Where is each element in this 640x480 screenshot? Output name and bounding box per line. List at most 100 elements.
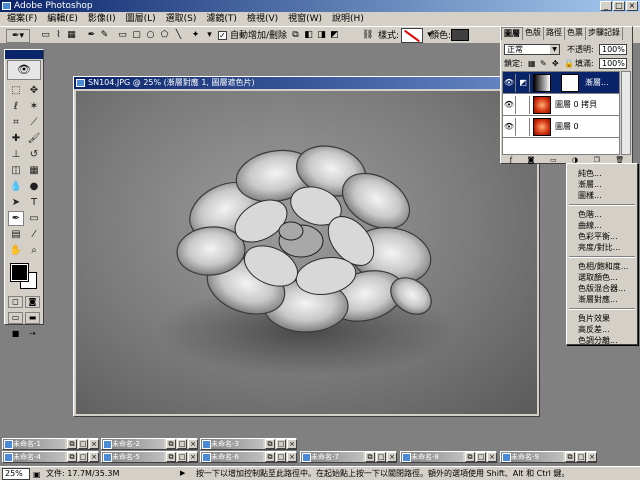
restore-button[interactable]: ⧉ [166, 439, 176, 449]
layer-mask-link-icon[interactable]: ◩ [517, 74, 530, 92]
restore-button[interactable]: ⧉ [365, 452, 375, 462]
eraser-tool-icon[interactable]: ◫ [8, 163, 24, 178]
close-button[interactable]: × [89, 439, 99, 449]
lock-all-icon[interactable]: 🔒 [564, 58, 574, 69]
eyedropper-icon[interactable]: ⁄ [26, 227, 42, 242]
clone-stamp-icon[interactable]: ⊥ [8, 147, 24, 162]
color-swatch[interactable] [451, 29, 469, 41]
opacity-input[interactable]: 100% [599, 44, 627, 55]
brush-tool-icon[interactable]: 🖌 [26, 131, 42, 146]
restore-button[interactable]: ⧉ [565, 452, 575, 462]
maximize-button[interactable]: □ [613, 1, 625, 11]
restore-button[interactable]: ⧉ [67, 452, 77, 462]
foreground-color[interactable] [10, 263, 29, 282]
gradient-tool-icon[interactable]: ▦ [26, 163, 42, 178]
blend-mode-select[interactable]: 正常 ▼ [504, 44, 560, 55]
lock-paint-icon[interactable]: ✎ [540, 58, 547, 69]
restore-button[interactable]: ⧉ [67, 439, 77, 449]
close-button[interactable]: × [188, 452, 198, 462]
restore-button[interactable]: ⧉ [265, 452, 275, 462]
lasso-tool-icon[interactable]: ℓ [8, 99, 24, 114]
link-layer-icon[interactable]: ⛓ [362, 30, 373, 41]
menu-item-brightness-contrast[interactable]: 亮度/對比... [567, 242, 637, 253]
toolbox-header[interactable] [5, 50, 43, 59]
pen-tool-icon[interactable]: ✒ [8, 211, 24, 226]
zoom-tool-icon[interactable]: ⌕ [26, 243, 42, 258]
menu-filter[interactable]: 濾鏡(T) [201, 12, 242, 26]
move-tool-icon[interactable]: ✥ [26, 83, 42, 98]
menu-edit[interactable]: 編輯(E) [42, 12, 83, 26]
maximize-button[interactable]: □ [177, 452, 187, 462]
magic-wand-icon[interactable]: ✶ [26, 99, 42, 114]
maximize-button[interactable]: □ [78, 439, 88, 449]
menu-item-levels[interactable]: 色階... [567, 209, 637, 220]
minimized-document[interactable]: 未命名-4 ⧉ □ × [2, 451, 99, 463]
polygon-shape-icon[interactable]: ⬠ [159, 30, 170, 41]
minimize-button[interactable]: _ [600, 1, 612, 11]
maximize-button[interactable]: □ [276, 452, 286, 462]
maximize-button[interactable]: □ [376, 452, 386, 462]
maximize-button[interactable]: □ [476, 452, 486, 462]
restore-button[interactable]: ⧉ [166, 452, 176, 462]
menu-image[interactable]: 影像(I) [83, 12, 121, 26]
zoom-field[interactable]: 25% [2, 468, 30, 480]
ellipse-shape-icon[interactable]: ○ [145, 30, 156, 41]
photoshop-app-icon[interactable] [2, 2, 11, 10]
menu-item-color-balance[interactable]: 色彩平衡... [567, 231, 637, 242]
eye-icon[interactable]: 👁 [503, 118, 516, 136]
add-to-area-icon[interactable]: ⧉ [290, 30, 301, 41]
eye-icon[interactable]: 👁 [503, 96, 516, 114]
layer-link-slot[interactable] [517, 96, 530, 114]
minimized-document[interactable]: 未命名-8 ⧉ □ × [400, 451, 497, 463]
pen-tool-icon[interactable]: ✒ [86, 30, 97, 41]
intersect-area-icon[interactable]: ◨ [316, 30, 327, 41]
tab-paths[interactable]: 路徑 [544, 27, 565, 40]
menu-item-gradient[interactable]: 漸層... [567, 179, 637, 190]
minimized-document[interactable]: 未命名-6 ⧉ □ × [200, 451, 297, 463]
minimized-document[interactable]: 未命名-7 ⧉ □ × [300, 451, 397, 463]
blur-tool-icon[interactable]: 💧 [8, 179, 24, 194]
photoshop-logo[interactable]: 👁 [7, 60, 41, 80]
lock-position-icon[interactable]: ✥ [552, 58, 559, 69]
tab-channels[interactable]: 色版 [523, 27, 544, 40]
image-canvas[interactable] [76, 91, 537, 414]
fill-input[interactable]: 100% [599, 58, 627, 69]
menu-item-posterize[interactable]: 色調分離... [567, 335, 637, 346]
tab-layers[interactable]: 圖層 [501, 27, 523, 40]
subtract-area-icon[interactable]: ◧ [303, 30, 314, 41]
new-set-icon[interactable]: ▭ [550, 156, 557, 164]
menu-window[interactable]: 視窗(W) [283, 12, 327, 26]
restore-button[interactable]: ⧉ [265, 439, 275, 449]
notes-tool-icon[interactable]: ▤ [8, 227, 24, 242]
paths-mode-icon[interactable]: ⌇ [53, 30, 64, 41]
menu-item-selective-color[interactable]: 選取顏色... [567, 272, 637, 283]
close-button[interactable]: × [587, 452, 597, 462]
layer-row[interactable]: 👁 圖層 0 拷貝 [503, 94, 619, 116]
menu-help[interactable]: 說明(H) [327, 12, 369, 26]
screen-mode-black-icon[interactable]: ■ [8, 328, 23, 340]
close-button[interactable]: × [188, 439, 198, 449]
menu-item-pattern[interactable]: 圖樣... [567, 190, 637, 201]
menu-item-solid-color[interactable]: 純色... [567, 168, 637, 179]
maximize-button[interactable]: □ [276, 439, 286, 449]
tab-swatches[interactable]: 色票 [565, 27, 586, 40]
crop-tool-icon[interactable]: ⌗ [8, 115, 24, 130]
rounded-rectangle-icon[interactable]: ▢ [131, 30, 142, 41]
eye-icon[interactable]: 👁 [503, 74, 516, 92]
maximize-button[interactable]: □ [78, 452, 88, 462]
close-button[interactable]: × [387, 452, 397, 462]
shape-layers-icon[interactable]: ▭ [40, 30, 51, 41]
screen-mode-standard-icon[interactable]: ▭ [8, 312, 23, 324]
minimized-document[interactable]: 未命名-2 ⧉ □ × [101, 438, 198, 450]
freeform-pen-icon[interactable]: ✎ [99, 30, 110, 41]
add-mask-icon[interactable]: ◙ [528, 156, 535, 164]
slice-tool-icon[interactable]: ⟋ [26, 115, 42, 130]
layer-mask-thumbnail[interactable] [561, 74, 579, 92]
menu-view[interactable]: 檢視(V) [242, 12, 283, 26]
layer-row[interactable]: 👁 ◩ 漸層... [503, 72, 619, 94]
menu-item-channel-mixer[interactable]: 色版混合器... [567, 283, 637, 294]
document-info-icon[interactable]: ▣ [33, 468, 41, 480]
style-swatch[interactable] [401, 28, 423, 43]
layers-scrollbar[interactable] [621, 71, 631, 155]
hand-tool-icon[interactable]: ✋ [8, 243, 24, 258]
